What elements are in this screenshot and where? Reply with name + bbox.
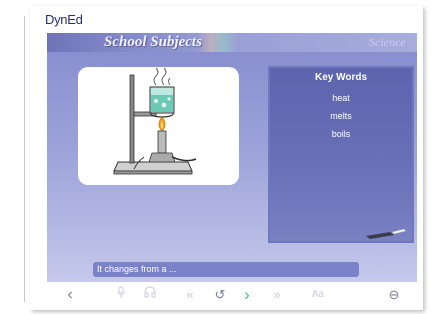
key-word-item[interactable]: melts — [270, 111, 412, 121]
microphone-icon[interactable] — [114, 284, 128, 306]
navigation-toolbar — [47, 282, 417, 310]
left-divider — [24, 16, 25, 302]
chalk-eraser-icon — [366, 228, 407, 239]
key-word-item[interactable]: boils — [270, 129, 412, 139]
exit-icon[interactable]: ⊖ — [387, 284, 401, 306]
back-icon[interactable]: ‹ — [64, 284, 76, 306]
illustration-panel — [78, 67, 239, 185]
caption-bar[interactable]: It changes from a ... — [93, 262, 359, 277]
headphones-icon[interactable] — [142, 284, 158, 306]
dyned-logo: DynEd — [45, 12, 83, 27]
forward-icon[interactable]: › — [241, 284, 253, 306]
rewind-icon[interactable]: « — [183, 284, 197, 306]
key-word-item[interactable]: heat — [270, 93, 412, 103]
key-words-title: Key Words — [314, 72, 368, 83]
text-toggle-icon[interactable]: Aa — [309, 284, 327, 306]
fast-forward-icon[interactable]: » — [270, 284, 284, 306]
lesson-title: School Subjects — [104, 34, 202, 50]
replay-icon[interactable]: ↺ — [213, 284, 227, 306]
title-bar — [47, 33, 417, 52]
title-bar-highlight — [197, 33, 237, 52]
key-words-board: Key Words heat melts boils — [268, 66, 414, 243]
bunsen-burner-illustration — [113, 67, 197, 175]
subject-label: Science — [369, 35, 406, 49]
